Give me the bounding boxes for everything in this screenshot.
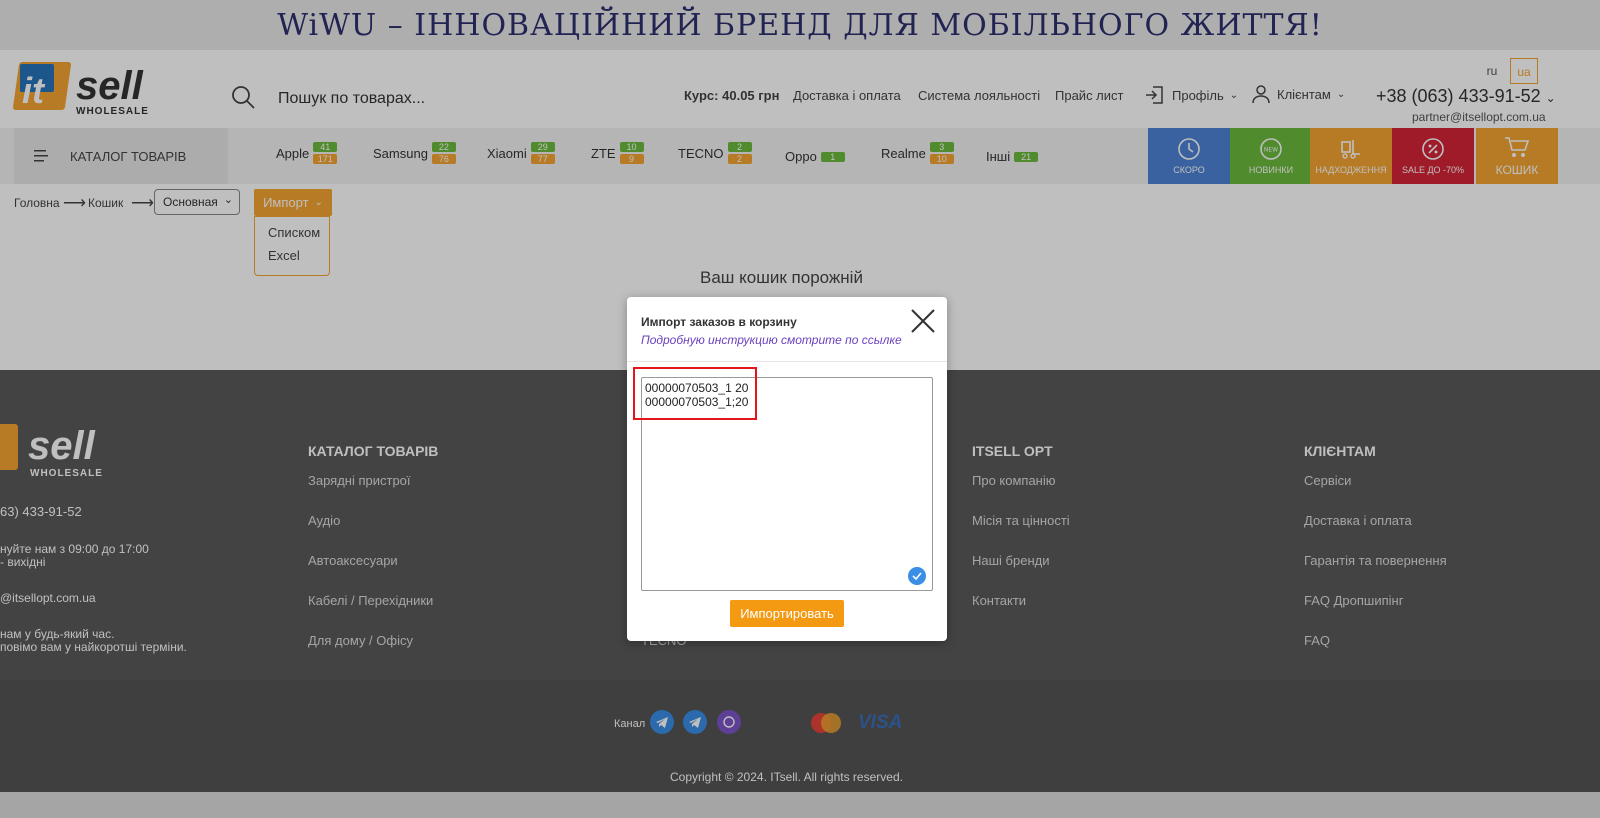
highlight-box (633, 367, 757, 420)
import-modal: Импорт заказов в корзину Подробную инстр… (627, 297, 947, 641)
modal-divider (627, 361, 947, 362)
modal-instruction-link[interactable]: Подробную инструкцию смотрите по ссылке (641, 333, 902, 347)
modal-title: Импорт заказов в корзину (641, 315, 797, 329)
close-icon[interactable] (909, 307, 937, 335)
check-icon (908, 567, 926, 585)
import-submit-button[interactable]: Импортировать (730, 600, 844, 627)
